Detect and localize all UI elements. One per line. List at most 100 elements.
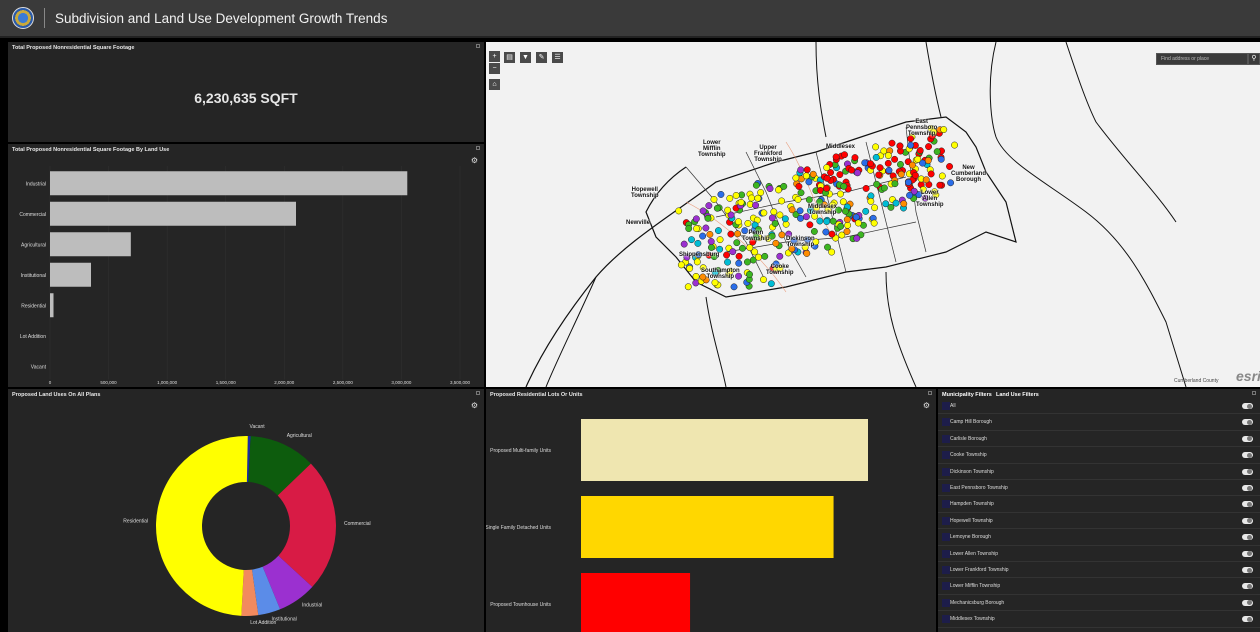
- bar[interactable]: [50, 201, 296, 226]
- bar[interactable]: [50, 232, 131, 257]
- map-point[interactable]: [675, 207, 683, 215]
- map-point[interactable]: [781, 215, 789, 223]
- map-point[interactable]: [797, 214, 804, 222]
- map-point[interactable]: [837, 190, 844, 198]
- filter-toggle[interactable]: [1242, 501, 1253, 508]
- map-point[interactable]: [805, 196, 813, 204]
- map-point[interactable]: [794, 196, 802, 203]
- map-point[interactable]: [843, 228, 851, 235]
- map-point[interactable]: [707, 244, 715, 251]
- map-point[interactable]: [692, 272, 700, 280]
- map-point[interactable]: [751, 248, 759, 256]
- map-point[interactable]: [685, 225, 693, 233]
- filter-toggle[interactable]: [1242, 550, 1253, 557]
- map-point[interactable]: [867, 197, 875, 205]
- map-point[interactable]: [737, 198, 745, 206]
- map-point[interactable]: [822, 228, 830, 236]
- map-point[interactable]: [797, 189, 805, 197]
- filter-toggle[interactable]: [1242, 435, 1253, 442]
- map-point[interactable]: [853, 234, 861, 242]
- map-point[interactable]: [694, 239, 702, 247]
- map-point[interactable]: [699, 232, 707, 240]
- select-icon[interactable]: ✎: [536, 52, 547, 63]
- map-point[interactable]: [684, 283, 692, 291]
- map-point[interactable]: [723, 251, 731, 259]
- map-point[interactable]: [713, 204, 721, 212]
- map-point[interactable]: [739, 244, 746, 252]
- map-point[interactable]: [861, 159, 869, 167]
- map-point[interactable]: [924, 157, 932, 164]
- map-point[interactable]: [744, 219, 752, 227]
- map-point[interactable]: [829, 217, 837, 225]
- filter-toggle[interactable]: [1242, 403, 1253, 409]
- map-point[interactable]: [802, 172, 810, 180]
- bar[interactable]: [581, 419, 868, 481]
- map-point[interactable]: [803, 166, 811, 174]
- map-point[interactable]: [757, 189, 765, 196]
- map-point[interactable]: [841, 151, 848, 159]
- map-point[interactable]: [704, 214, 712, 222]
- map-point[interactable]: [907, 141, 915, 149]
- map-point[interactable]: [796, 207, 804, 215]
- filter-item[interactable]: Lower Allen Township: [938, 546, 1260, 562]
- map-point[interactable]: [927, 170, 935, 178]
- map-point[interactable]: [854, 169, 861, 177]
- map-point[interactable]: [852, 213, 860, 221]
- map-point[interactable]: [892, 199, 900, 207]
- map-point[interactable]: [809, 170, 817, 178]
- map-view[interactable]: + − ⌂ ▤ ▼ ✎ ☰ Find address or place ⚲ Cu…: [486, 42, 1260, 387]
- map-point[interactable]: [837, 222, 845, 230]
- map-point[interactable]: [770, 208, 778, 216]
- map-point[interactable]: [732, 192, 740, 199]
- map-point[interactable]: [775, 186, 782, 194]
- map-point[interactable]: [776, 211, 784, 219]
- map-point[interactable]: [717, 190, 725, 198]
- map-point[interactable]: [734, 230, 742, 238]
- map-point[interactable]: [836, 171, 844, 179]
- map-point[interactable]: [951, 141, 958, 149]
- map-point[interactable]: [729, 248, 737, 256]
- map-point[interactable]: [873, 180, 881, 188]
- map-point[interactable]: [752, 201, 760, 209]
- map-point[interactable]: [705, 202, 713, 210]
- search-icon[interactable]: ⚲: [1248, 53, 1260, 65]
- filter-item[interactable]: Hopewell Township: [938, 513, 1260, 530]
- map-point[interactable]: [714, 227, 722, 235]
- map-point[interactable]: [716, 236, 724, 244]
- map-point[interactable]: [823, 184, 831, 192]
- map-point[interactable]: [940, 126, 948, 134]
- filter-item[interactable]: Dickinson Township: [938, 464, 1260, 480]
- home-button[interactable]: ⌂: [489, 79, 500, 90]
- map-point[interactable]: [680, 240, 688, 248]
- map-point[interactable]: [897, 170, 905, 178]
- filter-item[interactable]: Lower Frankford Township: [938, 562, 1260, 579]
- map-point[interactable]: [887, 203, 895, 211]
- map-point[interactable]: [748, 194, 756, 202]
- filter-toggle[interactable]: [1242, 419, 1253, 426]
- filter-toggle[interactable]: [1242, 567, 1253, 573]
- filter-item[interactable]: Middlesex Township: [938, 611, 1260, 628]
- map-point[interactable]: [824, 243, 831, 251]
- map-point[interactable]: [761, 252, 769, 260]
- map-point[interactable]: [823, 164, 831, 172]
- map-point[interactable]: [724, 258, 732, 266]
- map-point[interactable]: [933, 148, 941, 156]
- map-point[interactable]: [870, 219, 878, 227]
- map-point[interactable]: [823, 218, 831, 225]
- map-point[interactable]: [693, 225, 700, 233]
- map-point[interactable]: [768, 214, 776, 222]
- filter-toggle[interactable]: [1242, 517, 1253, 524]
- filter-item[interactable]: Carlisle Borough: [938, 431, 1260, 448]
- map-point[interactable]: [699, 207, 707, 215]
- map-point[interactable]: [906, 191, 914, 199]
- filter-item[interactable]: Camp Hill Borough: [938, 414, 1260, 431]
- map-point[interactable]: [885, 166, 893, 174]
- map-point[interactable]: [677, 261, 685, 269]
- map-point[interactable]: [755, 253, 762, 261]
- map-point[interactable]: [897, 160, 904, 168]
- map-point[interactable]: [803, 249, 811, 257]
- filter-toggle[interactable]: [1242, 468, 1253, 475]
- filter-icon[interactable]: ▼: [520, 52, 531, 63]
- map-point[interactable]: [711, 279, 719, 287]
- map-point[interactable]: [832, 153, 840, 161]
